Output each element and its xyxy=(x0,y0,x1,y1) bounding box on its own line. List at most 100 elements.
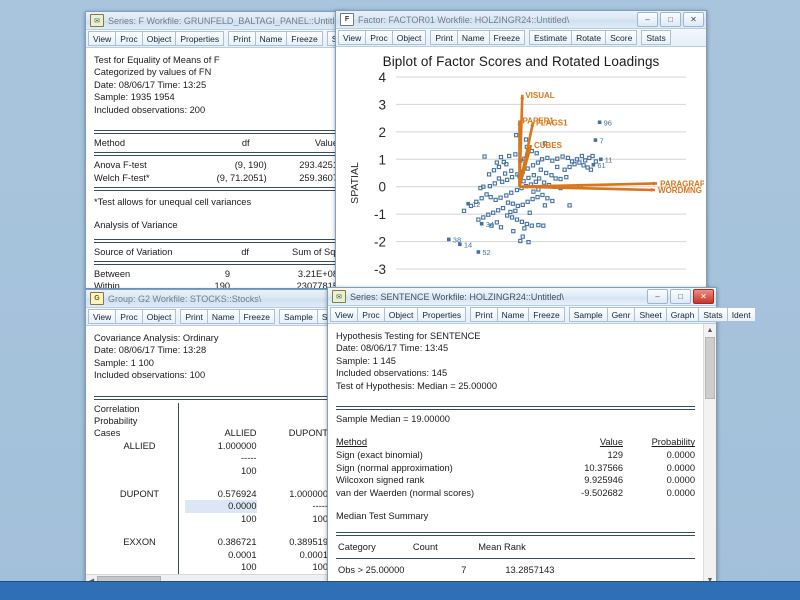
toolbar-button-sample[interactable]: Sample xyxy=(279,309,318,324)
toolbar-button-sample[interactable]: Sample xyxy=(569,307,608,322)
vertical-scrollbar[interactable]: ▲ ▼ xyxy=(703,324,716,586)
toolbar-button-estimate[interactable]: Estimate xyxy=(529,30,572,45)
divider xyxy=(336,406,695,410)
toolbar-button-proc[interactable]: Proc xyxy=(365,30,392,45)
svg-text:0: 0 xyxy=(378,180,386,195)
window-series-f[interactable]: ✉ Series: F Workfile: GRUNFELD_BALTAGI_P… xyxy=(85,11,347,289)
toolbar-button-properties[interactable]: Properties xyxy=(417,307,466,322)
table-row: 0.0001 0.0001 xyxy=(94,549,328,561)
toolbar-button-object[interactable]: Object xyxy=(384,307,419,322)
window-buttons[interactable]: – □ ✕ xyxy=(647,289,714,304)
titlebar-group-g2[interactable]: G Group: G2 Workfile: STOCKS::Stocks\ xyxy=(86,290,336,308)
toolbar-button-name[interactable]: Name xyxy=(497,307,530,322)
titlebar-series-sentence[interactable]: ✉ Series: SENTENCE Workfile: HOLZINGR24:… xyxy=(328,288,716,306)
chart-pane[interactable]: Biplot of Factor Scores and Rotated Load… xyxy=(336,47,706,289)
window-title: Group: G2 Workfile: STOCKS::Stocks\ xyxy=(108,294,334,304)
svg-text:FLAGS1: FLAGS1 xyxy=(536,118,568,127)
cell-method: van der Waerden (normal scores) xyxy=(336,487,543,500)
output-pane-series-f[interactable]: Test for Equality of Means of F Categori… xyxy=(86,48,346,288)
table-header-row: Cases ALLIED DUPONT xyxy=(94,427,328,439)
toolbar-button-freeze[interactable]: Freeze xyxy=(286,31,322,46)
svg-text:SPATIAL: SPATIAL xyxy=(349,162,361,204)
cell-method: Wilcoxon signed rank xyxy=(336,474,543,487)
divider xyxy=(94,396,328,400)
table-row: Sign (normal approximation) 10.37566 0.0… xyxy=(336,462,695,475)
toolbar-button-sheet[interactable]: Sheet xyxy=(634,307,666,322)
minimize-button[interactable]: – xyxy=(647,289,668,304)
close-button[interactable]: ✕ xyxy=(693,289,714,304)
scrollbar-thumb[interactable] xyxy=(705,337,715,399)
svg-text:2: 2 xyxy=(378,125,386,140)
toolbar-button-genr[interactable]: Genr xyxy=(607,307,636,322)
svg-text:61: 61 xyxy=(597,161,605,170)
toolbar-button-proc[interactable]: Proc xyxy=(115,31,142,46)
taskbar[interactable] xyxy=(0,581,800,600)
window-series-sentence[interactable]: ✉ Series: SENTENCE Workfile: HOLZINGR24:… xyxy=(327,287,717,587)
biplot-svg: 43210-1-2-3SPATIAL96711611234381452VISUA… xyxy=(336,69,704,289)
toolbar-button-stats[interactable]: Stats xyxy=(641,30,670,45)
cell-corr: 0.389519 xyxy=(257,536,329,548)
toolbar-button-freeze[interactable]: Freeze xyxy=(489,30,525,45)
table-row: 0.0000 ----- xyxy=(94,500,328,512)
titlebar-factor[interactable]: F Factor: FACTOR01 Workfile: HOLZINGR24:… xyxy=(336,11,706,29)
col-count: Count xyxy=(378,541,438,554)
header-line: Date: 08/06/17 Time: 13:28 xyxy=(94,344,328,356)
cell-value: 10.37566 xyxy=(543,462,623,475)
toolbar-button-proc[interactable]: Proc xyxy=(115,309,142,324)
table-row: Sign (exact binomial) 129 0.0000 xyxy=(336,449,695,462)
toolbar-series-f[interactable]: View Proc Object Properties Print Name F… xyxy=(86,30,346,48)
toolbar-button-properties[interactable]: Properties xyxy=(175,31,224,46)
close-button[interactable]: ✕ xyxy=(683,12,704,27)
svg-text:-2: -2 xyxy=(374,235,386,250)
toolbar-button-name[interactable]: Name xyxy=(255,31,288,46)
toolbar-button-view[interactable]: View xyxy=(88,309,116,324)
cell-cases: 100 xyxy=(257,561,329,573)
toolbar-button-object[interactable]: Object xyxy=(142,31,177,46)
toolbar-factor[interactable]: View Proc Object Print Name Freeze Estim… xyxy=(336,29,706,47)
toolbar-button-view[interactable]: View xyxy=(88,31,116,46)
maximize-button[interactable]: □ xyxy=(670,289,691,304)
cell-cases: 100 xyxy=(185,561,257,573)
toolbar-button-freeze[interactable]: Freeze xyxy=(239,309,275,324)
cell-cases: 100 xyxy=(185,513,257,525)
toolbar-button-object[interactable]: Object xyxy=(142,309,177,324)
window-buttons[interactable]: – □ ✕ xyxy=(637,12,704,27)
table-header-row: Method Value Probability xyxy=(336,436,695,449)
toolbar-button-freeze[interactable]: Freeze xyxy=(528,307,564,322)
window-group-g2[interactable]: G Group: G2 Workfile: STOCKS::Stocks\ Vi… xyxy=(85,289,337,588)
toolbar-button-rotate[interactable]: Rotate xyxy=(571,30,606,45)
table-header-row: Category Count Mean Rank xyxy=(338,541,532,554)
titlebar-series-f[interactable]: ✉ Series: F Workfile: GRUNFELD_BALTAGI_P… xyxy=(86,12,346,30)
toolbar-group-g2[interactable]: View Proc Object Print Name Freeze Sampl… xyxy=(86,308,336,326)
toolbar-button-object[interactable]: Object xyxy=(392,30,427,45)
toolbar-button-ident[interactable]: Ident xyxy=(727,307,756,322)
toolbar-button-graph[interactable]: Graph xyxy=(666,307,700,322)
header-line: Test for Equality of Means of F xyxy=(94,54,338,66)
vertical-divider xyxy=(178,403,179,574)
scroll-up-arrow[interactable]: ▲ xyxy=(704,324,716,336)
svg-text:52: 52 xyxy=(482,248,490,257)
toolbar-series-sentence[interactable]: View Proc Object Properties Print Name F… xyxy=(328,306,716,324)
output-pane-series-sentence[interactable]: Hypothesis Testing for SENTENCE Date: 08… xyxy=(328,324,716,586)
maximize-button[interactable]: □ xyxy=(660,12,681,27)
toolbar-button-print[interactable]: Print xyxy=(470,307,497,322)
toolbar-button-stats[interactable]: Stats xyxy=(698,307,727,322)
toolbar-button-view[interactable]: View xyxy=(330,307,358,322)
table-row: ALLIED 1.000000 xyxy=(94,440,328,452)
toolbar-button-print[interactable]: Print xyxy=(430,30,457,45)
cell-prob-selected[interactable]: 0.0000 xyxy=(185,500,257,512)
output-pane-group-g2[interactable]: Covariance Analysis: Ordinary Date: 08/0… xyxy=(86,326,336,574)
toolbar-button-proc[interactable]: Proc xyxy=(357,307,384,322)
toolbar-button-name[interactable]: Name xyxy=(207,309,240,324)
toolbar-button-score[interactable]: Score xyxy=(605,30,637,45)
toolbar-button-name[interactable]: Name xyxy=(457,30,490,45)
toolbar-button-print[interactable]: Print xyxy=(180,309,207,324)
header-line: Date: 08/06/17 Time: 13:25 xyxy=(94,79,338,91)
window-factor[interactable]: F Factor: FACTOR01 Workfile: HOLZINGR24:… xyxy=(335,10,707,290)
cell-cases: 100 xyxy=(257,513,329,525)
minimize-button[interactable]: – xyxy=(637,12,658,27)
toolbar-button-print[interactable]: Print xyxy=(228,31,255,46)
cell-value: 259.3607 xyxy=(277,172,338,184)
toolbar-button-view[interactable]: View xyxy=(338,30,366,45)
stub-cases: Cases xyxy=(94,427,185,439)
